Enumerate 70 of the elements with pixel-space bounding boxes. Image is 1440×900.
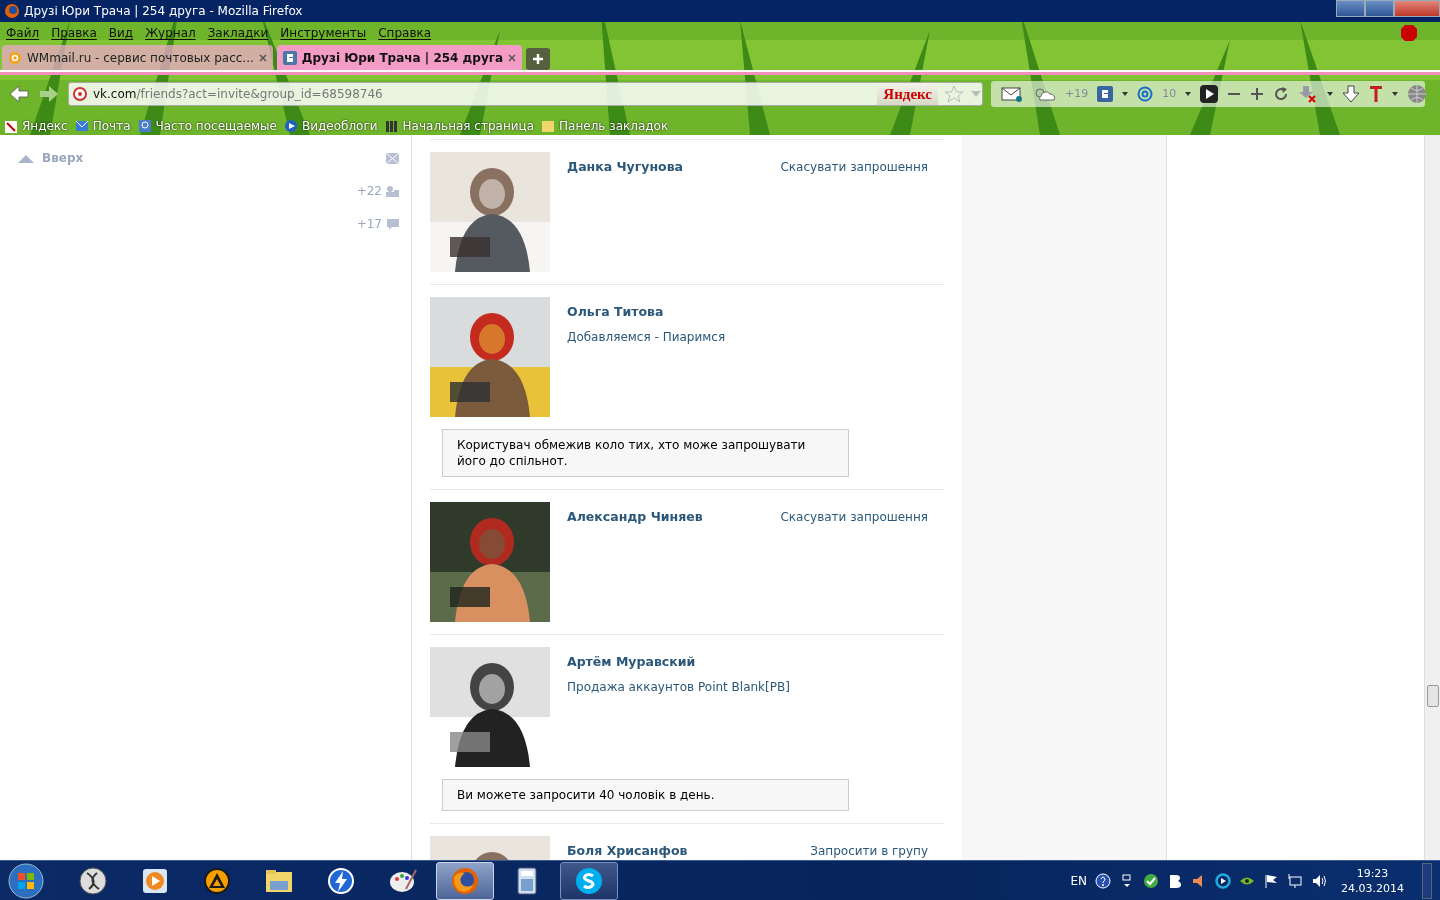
friend-name-link[interactable]: Ольга Титова xyxy=(567,303,664,322)
taskbar-button[interactable] xyxy=(560,861,618,900)
menu-item[interactable]: Вид xyxy=(108,24,134,42)
bars-icon xyxy=(384,118,399,133)
folder-icon xyxy=(541,118,556,133)
mail-icon[interactable] xyxy=(1001,86,1023,102)
friend-name-link[interactable]: Александр Чиняев xyxy=(567,508,703,527)
skype-icon xyxy=(575,866,603,895)
letter-t-icon[interactable] xyxy=(1369,85,1384,103)
cancel-request-link[interactable]: Скасувати запрошення xyxy=(780,508,944,527)
bold-b-icon[interactable] xyxy=(1167,872,1183,889)
browser-tab[interactable]: WMmail.ru - сервис почтовых расс... xyxy=(2,45,273,70)
weather-temperature: +19 xyxy=(1065,85,1089,102)
friend-name-link[interactable]: Боля Хрисанфов xyxy=(567,842,688,860)
star-icon[interactable] xyxy=(944,85,964,103)
status-text: Добавляемся - Пиаримся xyxy=(567,328,727,346)
envelope-icon xyxy=(74,118,89,133)
language-indicator[interactable]: EN xyxy=(1070,871,1087,890)
status-text: Продажа аккаунтов Point Blank[PB] xyxy=(567,678,791,696)
back-arrow-icon[interactable] xyxy=(8,84,30,104)
ring-icon[interactable] xyxy=(1215,872,1231,889)
menu-item[interactable]: Закладки xyxy=(207,24,269,42)
triangle-icon xyxy=(203,866,231,895)
menu-item[interactable]: Файл xyxy=(6,24,40,42)
dropdown-icon[interactable] xyxy=(1185,92,1192,96)
menu-item[interactable]: Правка xyxy=(51,24,97,42)
notice-text: Користувач обмежив коло тих, хто може запрошувати його до спільнот. xyxy=(442,429,849,477)
adblock-icon[interactable] xyxy=(1400,24,1418,42)
browser-tab[interactable]: Друзі Юри Трача | 254 друга xyxy=(276,45,523,70)
help-icon[interactable] xyxy=(1095,872,1111,889)
firefox-icon xyxy=(451,866,479,895)
notice-text: Ви можете запросити 40 чоловік в день. xyxy=(442,779,849,811)
site-icon xyxy=(73,87,87,101)
reload-icon[interactable] xyxy=(1273,86,1290,102)
dropdown-icon[interactable] xyxy=(1327,92,1334,96)
dropdown-icon[interactable] xyxy=(1122,92,1129,96)
friend-name-link[interactable]: Артём Муравский xyxy=(567,653,696,672)
close-icon[interactable] xyxy=(258,53,267,62)
download-icon[interactable] xyxy=(1342,85,1361,103)
menu-item[interactable]: Инструменты xyxy=(280,24,367,42)
menu-item[interactable]: Справка xyxy=(378,24,432,42)
taskbar-button[interactable] xyxy=(436,861,494,900)
download-block-icon[interactable] xyxy=(1298,85,1319,103)
cancel-request-link[interactable]: Скасувати запрошення xyxy=(780,158,944,177)
sphere-icon xyxy=(79,866,107,895)
start-button[interactable] xyxy=(6,861,46,900)
weather-icon[interactable] xyxy=(1032,86,1056,102)
menu-item[interactable]: Журнал xyxy=(145,24,196,42)
play-icon[interactable] xyxy=(1200,85,1219,103)
checkmark-icon[interactable] xyxy=(1143,872,1159,889)
lightning-icon xyxy=(327,866,355,895)
address-field[interactable]: vk.com/friends?act=invite&group_id=68598746 Яндекс xyxy=(68,82,983,106)
minimize-button[interactable] xyxy=(1336,0,1365,17)
friend-name-link[interactable]: Данка Чугунова xyxy=(567,158,683,177)
network-icon[interactable] xyxy=(1287,872,1303,889)
mail-count: 10 xyxy=(1162,85,1177,102)
close-icon[interactable] xyxy=(508,53,517,62)
window-title: Друзі Юри Трача | 254 друга - Mozilla Firefox xyxy=(24,3,303,20)
scrollbar[interactable] xyxy=(1424,135,1440,860)
dropdown-icon[interactable] xyxy=(1392,92,1399,96)
zoom-in-icon[interactable] xyxy=(1250,87,1265,101)
maximize-button[interactable] xyxy=(1365,0,1394,17)
play-icon xyxy=(141,866,169,895)
flag-icon[interactable] xyxy=(1263,872,1279,889)
video-icon xyxy=(284,118,298,133)
clock[interactable]: 19:23 24.03.2014 xyxy=(1341,865,1404,896)
firefox-icon xyxy=(4,3,20,19)
cancel-request-link[interactable]: Запросити в групу xyxy=(810,842,944,860)
new-tab-button[interactable] xyxy=(526,48,551,70)
scroll-thumb[interactable] xyxy=(1427,685,1439,707)
